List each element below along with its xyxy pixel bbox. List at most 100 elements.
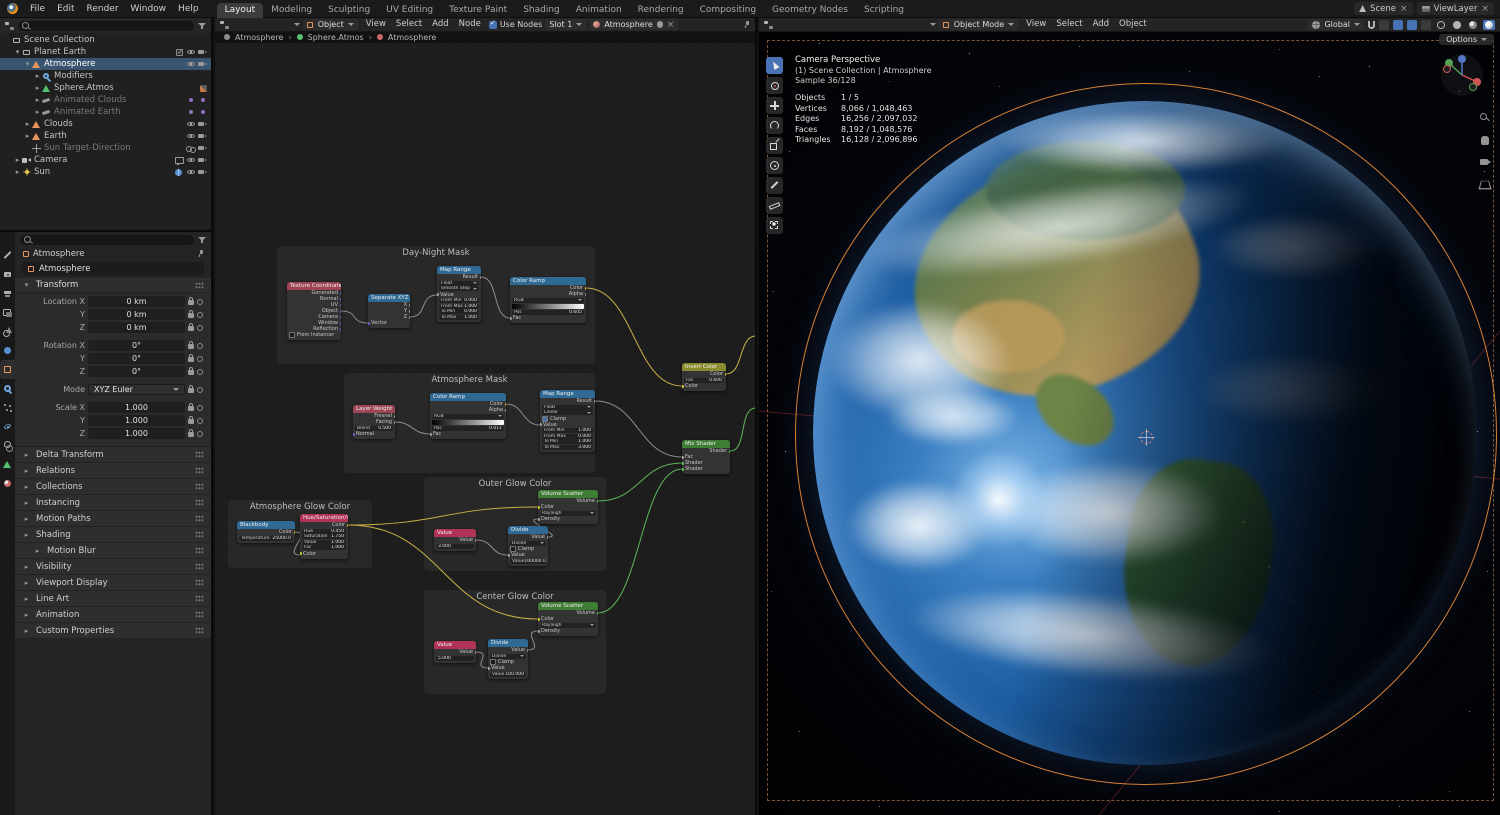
use-nodes-checkbox[interactable] bbox=[488, 19, 497, 29]
lock-icon[interactable] bbox=[188, 323, 194, 331]
workspace-tab-modeling[interactable]: Modeling bbox=[263, 3, 320, 18]
socket-val-icon[interactable] bbox=[526, 648, 528, 652]
node-value[interactable]: Value Value 3.000 bbox=[434, 529, 476, 551]
panel-relations[interactable]: Relations bbox=[15, 463, 211, 479]
menu-render[interactable]: Render bbox=[81, 0, 125, 18]
panel-collections[interactable]: Collections bbox=[15, 479, 211, 495]
node-header[interactable]: Invert Color bbox=[682, 363, 726, 371]
viewport-menu-add[interactable]: Add bbox=[1088, 18, 1114, 31]
scene-selector[interactable]: Scene bbox=[1354, 2, 1413, 15]
node-texture-coordinate[interactable]: Texture Coordinate Generated Normal UV Objec… bbox=[287, 282, 341, 340]
unlink-material-icon[interactable] bbox=[667, 20, 675, 30]
number-field[interactable]: 1.000 bbox=[88, 402, 185, 413]
node-value-field[interactable]: To Max 1.000 bbox=[439, 314, 479, 320]
socket-vec-icon[interactable] bbox=[339, 309, 341, 313]
properties-tab-tool[interactable] bbox=[0, 246, 15, 265]
socket-val-icon[interactable] bbox=[504, 408, 506, 412]
node-hue-saturation-value[interactable]: Hue/Saturation/ValueColorHue0.450Saturat… bbox=[300, 514, 348, 559]
properties-tab-render[interactable] bbox=[0, 265, 15, 284]
node-value-field[interactable]: Pos 0.605 bbox=[512, 309, 584, 315]
workspace-tab-scripting[interactable]: Scripting bbox=[856, 3, 912, 18]
node-value-field[interactable]: To Max 3.000 bbox=[542, 444, 593, 450]
node-select[interactable]: RGB bbox=[432, 413, 504, 419]
workspace-tab-shading[interactable]: Shading bbox=[515, 3, 568, 18]
socket-col-icon[interactable] bbox=[346, 523, 348, 527]
menu-help[interactable]: Help bbox=[172, 0, 205, 18]
node-menu-select[interactable]: Select bbox=[391, 18, 427, 31]
expand-right-icon[interactable] bbox=[23, 120, 32, 128]
meshdata-toggle-icon[interactable] bbox=[174, 120, 183, 129]
socket-val-icon[interactable] bbox=[488, 666, 490, 670]
socket-col-icon[interactable] bbox=[504, 402, 506, 406]
node-value-field[interactable]: From Max 1.000 bbox=[439, 303, 479, 309]
lock-icon[interactable] bbox=[188, 367, 194, 375]
cam-toggle-icon[interactable] bbox=[198, 144, 207, 153]
object-name-field[interactable]: Atmosphere bbox=[22, 262, 204, 275]
node-volume-scatter[interactable]: Volume Scatter Volume Color Rayleigh Density bbox=[538, 602, 598, 636]
socket-val-icon[interactable] bbox=[408, 303, 410, 307]
socket-col-icon[interactable] bbox=[538, 617, 540, 621]
cam-toggle-icon[interactable] bbox=[198, 120, 207, 129]
tool-cursor-button[interactable] bbox=[766, 77, 783, 94]
outliner-row-planet-earth[interactable]: Planet Earth bbox=[0, 46, 211, 58]
tool-add-button[interactable] bbox=[766, 217, 783, 234]
expand-right-icon[interactable] bbox=[13, 156, 22, 164]
animate-dot[interactable] bbox=[197, 355, 203, 362]
drag-handle-icon[interactable] bbox=[195, 627, 204, 634]
menu-file[interactable]: File bbox=[24, 0, 51, 18]
tex-toggle-icon[interactable] bbox=[200, 84, 207, 92]
workspace-tab-animation[interactable]: Animation bbox=[568, 3, 630, 18]
socket-vec-icon[interactable] bbox=[368, 321, 370, 325]
shader-editor-icon[interactable] bbox=[220, 20, 229, 29]
node-value-field[interactable]: 5.000 bbox=[436, 655, 474, 661]
pan-hand-icon[interactable] bbox=[1478, 133, 1492, 147]
lock-icon[interactable] bbox=[188, 416, 194, 424]
lock-icon[interactable] bbox=[188, 429, 194, 437]
checkbox-icon[interactable] bbox=[289, 332, 295, 338]
drag-handle-icon[interactable] bbox=[195, 483, 204, 490]
properties-tab-physics[interactable] bbox=[0, 417, 15, 436]
outliner-row-animated-clouds[interactable]: Animated Clouds bbox=[0, 94, 211, 106]
node-map-range[interactable]: Map Range Result Float Linear Clamp Value From… bbox=[540, 390, 595, 452]
socket-val-icon[interactable] bbox=[510, 316, 512, 320]
dot-toggle-icon[interactable] bbox=[198, 108, 207, 117]
node-header[interactable]: Divide bbox=[508, 526, 548, 534]
node-volume-scatter[interactable]: Volume Scatter Volume Color Rayleigh Density bbox=[538, 490, 598, 524]
dot-toggle-icon[interactable] bbox=[186, 108, 195, 117]
drag-handle-icon[interactable] bbox=[195, 467, 204, 474]
socket-col-icon[interactable] bbox=[682, 384, 684, 388]
breadcrumb-item[interactable]: Atmosphere bbox=[388, 33, 436, 42]
drag-handle-icon[interactable] bbox=[195, 611, 204, 618]
node-separate-xyz[interactable]: Separate XYZ X Y Z Vector bbox=[368, 294, 410, 328]
drag-handle-icon[interactable] bbox=[195, 451, 204, 458]
eye-toggle-icon[interactable] bbox=[186, 132, 195, 141]
panel-motion-blur[interactable]: Motion Blur bbox=[15, 543, 211, 559]
cam-toggle-icon[interactable] bbox=[198, 156, 207, 165]
panel-delta-transform[interactable]: Delta Transform bbox=[15, 447, 211, 463]
node-header[interactable]: Color Ramp bbox=[510, 277, 586, 285]
properties-tab-material[interactable] bbox=[0, 474, 15, 493]
shading-rendered-button[interactable] bbox=[1483, 19, 1495, 30]
animate-dot[interactable] bbox=[197, 386, 203, 393]
color-ramp-gradient[interactable] bbox=[432, 419, 504, 425]
outliner-row-sphere-atmos[interactable]: Sphere.Atmos bbox=[0, 82, 211, 94]
properties-tab-particles[interactable] bbox=[0, 398, 15, 417]
drag-handle-icon[interactable] bbox=[195, 595, 204, 602]
eye-toggle-icon[interactable] bbox=[186, 156, 195, 165]
breadcrumb-object-name[interactable]: Atmosphere bbox=[33, 249, 84, 259]
tool-move-button[interactable] bbox=[766, 97, 783, 114]
node-value-field[interactable]: Saturation 1.750 bbox=[302, 534, 346, 539]
lock-icon[interactable] bbox=[188, 354, 194, 362]
properties-search-input[interactable] bbox=[20, 234, 194, 245]
socket-val-icon[interactable] bbox=[393, 414, 395, 418]
number-field[interactable]: 0° bbox=[88, 366, 185, 377]
pin-icon[interactable] bbox=[197, 250, 204, 257]
outliner-row-sun[interactable]: Sun bbox=[0, 166, 211, 178]
panel-custom-properties[interactable]: Custom Properties bbox=[15, 623, 211, 639]
cam-toggle-icon[interactable] bbox=[198, 132, 207, 141]
panel-instancing[interactable]: Instancing bbox=[15, 495, 211, 511]
socket-col-icon[interactable] bbox=[293, 530, 295, 534]
cam-toggle-icon[interactable] bbox=[198, 48, 207, 57]
expand-right-icon[interactable] bbox=[33, 84, 42, 92]
tool-transform-button[interactable] bbox=[766, 157, 783, 174]
